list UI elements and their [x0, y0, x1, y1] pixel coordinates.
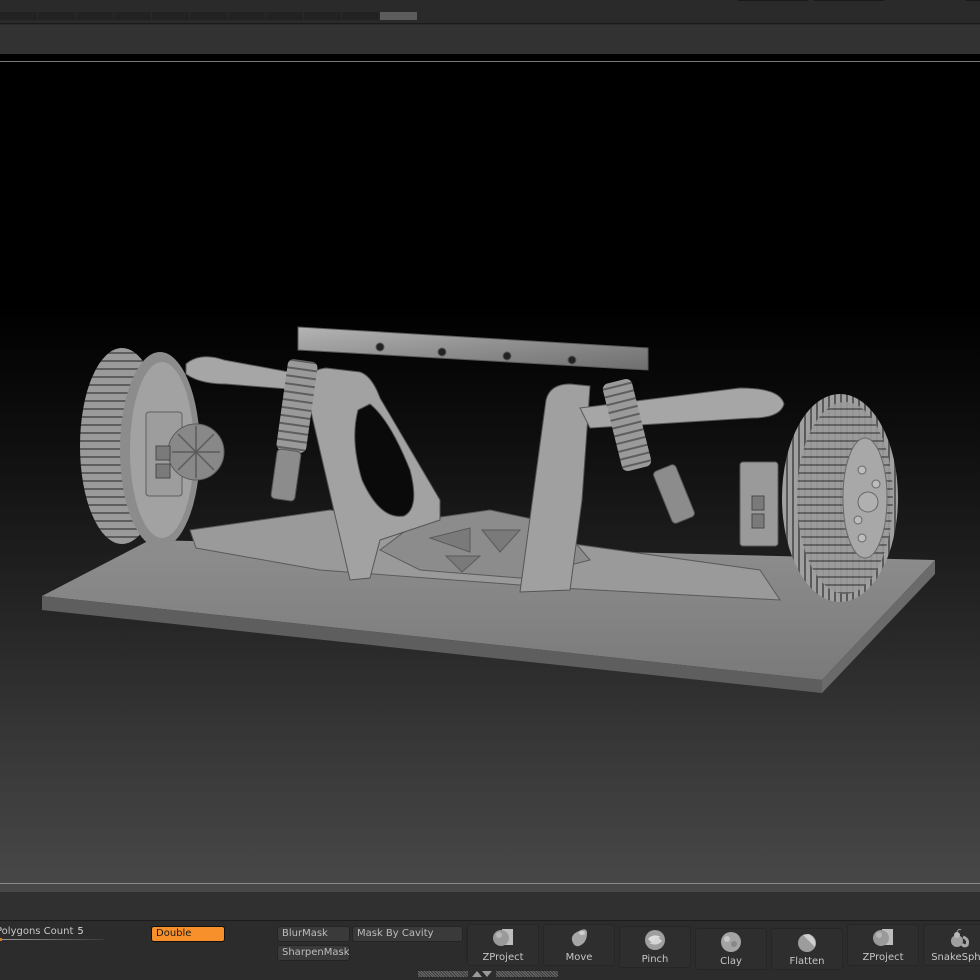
clay-brush-icon	[721, 932, 741, 952]
brush-label: Pinch	[641, 954, 669, 965]
shelf-scroll-handle[interactable]	[418, 969, 558, 978]
brush-pinch[interactable]: Pinch	[619, 926, 691, 968]
menu-tab[interactable]	[190, 12, 227, 20]
collapse-down-icon[interactable]	[482, 970, 492, 977]
snakesphere-brush-icon	[951, 928, 969, 948]
menu-tabs	[0, 12, 418, 20]
top-slot[interactable]	[966, 0, 980, 1]
menu-tab[interactable]	[304, 12, 341, 20]
zbrush-window: Polygons Count 5 Double BlurMask Mask By …	[0, 0, 980, 980]
viewport-bottom-strip	[0, 884, 980, 892]
scroll-grip-right[interactable]	[496, 970, 558, 977]
menu-tab[interactable]	[0, 12, 37, 20]
brush-label: ZProject	[862, 952, 904, 963]
brush-label: Move	[565, 952, 593, 963]
top-slot[interactable]	[738, 0, 808, 1]
menu-tab[interactable]	[228, 12, 265, 20]
brush-label: SnakeSphe	[931, 952, 980, 963]
flatten-brush-icon	[798, 934, 816, 952]
secondary-toolbar	[0, 25, 980, 54]
polygons-count-slider[interactable]: Polygons Count 5	[0, 922, 110, 944]
brush-clay[interactable]: Clay	[695, 928, 767, 970]
menu-tab[interactable]	[114, 12, 151, 20]
double-toggle-button[interactable]: Double	[151, 926, 225, 942]
zproject-brush-icon	[493, 929, 513, 946]
canvas-viewport[interactable]	[0, 54, 980, 883]
menu-tab[interactable]	[266, 12, 303, 20]
menu-tab[interactable]	[76, 12, 113, 20]
slider-value: 5	[77, 926, 84, 937]
brush-label: ZProject	[482, 952, 524, 963]
brush-move[interactable]: Move	[543, 924, 615, 966]
blurmask-button[interactable]: BlurMask	[277, 926, 350, 942]
slider-label: Polygons Count 5	[0, 926, 84, 937]
brush-flatten[interactable]: Flatten	[771, 928, 843, 970]
move-brush-icon	[571, 929, 587, 947]
brush-zproject[interactable]: ZProject	[467, 924, 539, 966]
pinch-brush-icon	[645, 930, 665, 950]
suspension-model[interactable]	[0, 54, 980, 883]
slider-track[interactable]	[0, 939, 104, 940]
mask-by-cavity-button[interactable]: Mask By Cavity	[352, 926, 463, 942]
menu-tab[interactable]	[38, 12, 75, 20]
slider-label-text: Polygons Count	[0, 926, 74, 937]
brush-zproject-2[interactable]: ZProject	[847, 924, 919, 966]
cross-beam	[297, 326, 649, 371]
zproject-brush-icon	[873, 929, 893, 946]
menu-tab-active[interactable]	[380, 12, 417, 20]
brush-label: Clay	[720, 956, 742, 967]
menu-tab[interactable]	[342, 12, 379, 20]
brush-snakesphere[interactable]: SnakeSphe	[923, 924, 980, 966]
slider-knob[interactable]	[0, 938, 2, 941]
scroll-grip-left[interactable]	[418, 970, 468, 977]
expand-up-icon[interactable]	[472, 970, 482, 977]
upper-control-arms	[185, 356, 785, 429]
brush-label: Flatten	[789, 956, 825, 967]
sharpenmask-button[interactable]: SharpenMask	[277, 945, 350, 961]
top-slot[interactable]	[814, 0, 884, 1]
shelf-upper-row	[0, 892, 980, 921]
menu-tab[interactable]	[152, 12, 189, 20]
top-menu-strip	[0, 0, 980, 24]
